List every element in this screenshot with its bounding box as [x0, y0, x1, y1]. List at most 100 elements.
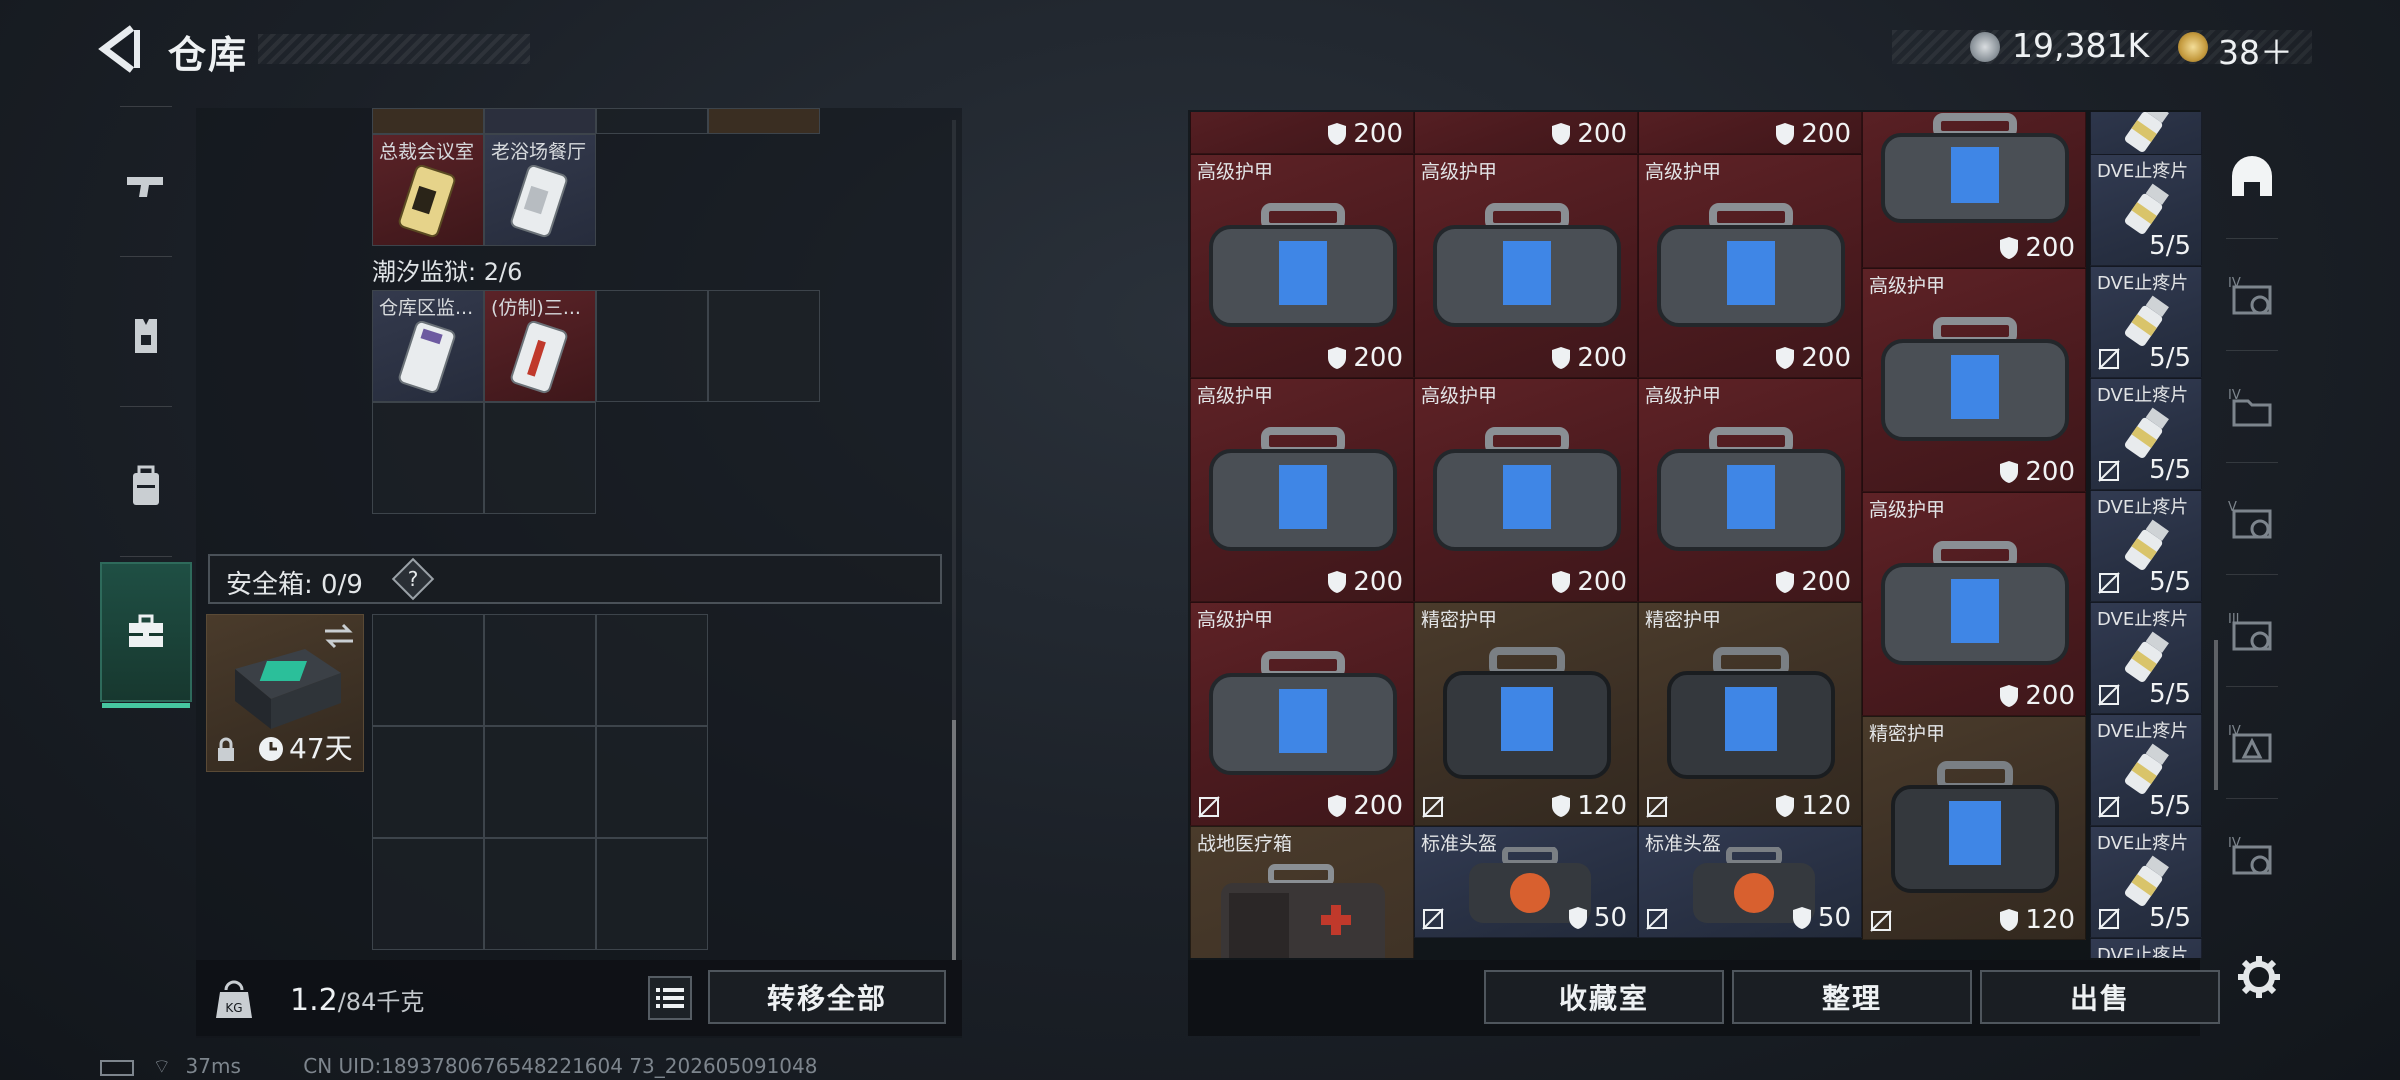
tab-case-iv-b[interactable]: IV: [2208, 688, 2296, 800]
inventory-item[interactable]: 精密护甲 120: [1638, 602, 1862, 826]
empty-slot[interactable]: [708, 290, 820, 402]
folder-iv-icon: IV: [2228, 388, 2272, 427]
inventory-item[interactable]: 高级护甲 200: [1414, 154, 1638, 378]
empty-slot[interactable]: [596, 290, 708, 402]
inventory-item[interactable]: 高级护甲 200: [1190, 602, 1414, 826]
durability-value: 200: [2025, 457, 2075, 487]
nav-tab-safebox[interactable]: [100, 562, 192, 708]
no-insurance-icon: [2098, 908, 2120, 930]
currency-coin-icon: [1970, 32, 2000, 62]
safe-box-slot[interactable]: [484, 726, 596, 838]
right-scrollbar-thumb[interactable]: [2214, 640, 2218, 790]
empty-slot[interactable]: [484, 402, 596, 514]
no-insurance-icon: [1198, 796, 1220, 818]
help-button[interactable]: ?: [391, 557, 435, 601]
inventory-item[interactable]: 标准头盔 50: [1638, 826, 1862, 938]
storage-item-key-card[interactable]: 仓库区监...: [372, 290, 484, 402]
empty-slot[interactable]: [372, 402, 484, 514]
page-title: 仓库: [168, 33, 249, 77]
durability-shield-icon: [2000, 461, 2019, 483]
storage-item-key-card[interactable]: (仿制)三...: [484, 290, 596, 402]
no-insurance-icon: [2098, 348, 2120, 370]
inventory-item[interactable]: 精密护甲 120: [1414, 602, 1638, 826]
safe-box-header: 安全箱: 0/9 ?: [208, 554, 942, 604]
weight-max: /84千克: [337, 988, 425, 1016]
storage-item-key-card[interactable]: 总裁会议室: [372, 134, 484, 246]
item-name: 高级护甲: [1645, 385, 1722, 407]
help-icon: ?: [407, 567, 419, 591]
inventory-item[interactable]: 200: [1638, 112, 1862, 154]
safe-case-icon: [235, 649, 341, 729]
safe-box-slot[interactable]: [484, 614, 596, 726]
collection-room-button[interactable]: 收藏室: [1484, 970, 1724, 1024]
inventory-item[interactable]: 高级护甲 200: [1638, 154, 1862, 378]
durability-value: 200: [1801, 119, 1851, 149]
inventory-item[interactable]: 标准头盔 50: [1414, 826, 1638, 938]
organize-button[interactable]: 整理: [1732, 970, 1972, 1024]
item-name: 高级护甲: [1869, 275, 1946, 297]
painkiller-column: DVE止疼片 5/5 DVE止疼片 5/5 DVE止疼片 5/5 DVE止疼片 5/5 DVE止…: [2090, 112, 2204, 958]
pill-bottle-icon: [2124, 112, 2169, 152]
inventory-item[interactable]: 200: [1862, 112, 2086, 268]
durability-value: 120: [2025, 905, 2075, 935]
tab-helmet[interactable]: [2208, 120, 2296, 232]
inventory-item[interactable]: 高级护甲 200: [1190, 378, 1414, 602]
pill-bottle-icon: [2124, 743, 2169, 794]
durability-shield-icon: [2000, 685, 2019, 707]
inventory-item[interactable]: 高级护甲 200: [1862, 268, 2086, 492]
durability-value: 200: [1801, 343, 1851, 373]
safe-box-slot[interactable]: [372, 726, 484, 838]
no-insurance-icon: [2098, 796, 2120, 818]
safe-box-item[interactable]: 47天: [206, 614, 364, 772]
item-label: (仿制)三...: [491, 297, 581, 319]
painkiller-item[interactable]: DVE止疼片5/5: [2090, 938, 2202, 958]
inventory-item[interactable]: 战地医疗箱: [1190, 826, 1414, 958]
sell-button[interactable]: 出售: [1980, 970, 2220, 1024]
durability-shield-icon: [1776, 347, 1795, 369]
painkiller-item[interactable]: DVE止疼片5/5: [2090, 266, 2202, 378]
tab-case-iv-c[interactable]: IV: [2208, 800, 2296, 912]
painkiller-item[interactable]: DVE止疼片5/5: [2090, 602, 2202, 714]
safe-box-slot[interactable]: [372, 614, 484, 726]
back-button[interactable]: [98, 24, 144, 74]
battery-icon: [100, 1059, 134, 1076]
painkiller-item[interactable]: DVE止疼片5/5: [2090, 490, 2202, 602]
safe-box-slot[interactable]: [596, 726, 708, 838]
left-scrollbar-thumb[interactable]: [952, 720, 956, 960]
gear-icon: [2238, 956, 2280, 998]
inventory-item[interactable]: 高级护甲 200: [1862, 492, 2086, 716]
painkiller-item[interactable]: DVE止疼片5/5: [2090, 154, 2202, 266]
transfer-all-button[interactable]: 转移全部: [708, 970, 946, 1024]
durability-shield-icon: [1776, 795, 1795, 817]
tab-case-iii[interactable]: III: [2208, 576, 2296, 688]
durability-value: 50: [1593, 903, 1627, 933]
tab-case-iv[interactable]: IV: [2208, 240, 2296, 352]
safe-box-slot[interactable]: [596, 838, 708, 950]
painkiller-item[interactable]: DVE止疼片5/5: [2090, 826, 2202, 938]
inventory-item[interactable]: 精密护甲 120: [1862, 716, 2086, 940]
list-view-button[interactable]: [648, 976, 692, 1020]
pill-bottle-icon: [2124, 407, 2169, 458]
nav-tab-armor[interactable]: [100, 266, 192, 406]
nav-tab-weapons[interactable]: [100, 116, 192, 256]
safe-box-slot[interactable]: [372, 838, 484, 950]
inventory-item[interactable]: 200: [1414, 112, 1638, 154]
item-label: 总裁会议室: [379, 141, 475, 163]
item-name: 高级护甲: [1869, 499, 1946, 521]
tab-case-v[interactable]: V: [2208, 464, 2296, 576]
safe-box-slot[interactable]: [484, 838, 596, 950]
settings-button[interactable]: [2236, 954, 2282, 1000]
painkiller-item[interactable]: DVE止疼片5/5: [2090, 378, 2202, 490]
inventory-item[interactable]: 高级护甲 200: [1638, 378, 1862, 602]
inventory-item[interactable]: 200: [1190, 112, 1414, 154]
premium-currency-value[interactable]: 38＋: [2218, 26, 2293, 74]
painkiller-item[interactable]: DVE止疼片5/5: [2090, 714, 2202, 826]
pill-bottle-icon: [2124, 631, 2169, 682]
safe-box-slot[interactable]: [596, 614, 708, 726]
storage-item-key-card[interactable]: 老浴场餐厅: [484, 134, 596, 246]
inventory-item[interactable]: 高级护甲 200: [1414, 378, 1638, 602]
inventory-item[interactable]: 高级护甲 200: [1190, 154, 1414, 378]
armor-bag-icon: [1443, 647, 1611, 779]
tab-folder-iv[interactable]: IV: [2208, 352, 2296, 464]
nav-tab-backpack[interactable]: [100, 416, 192, 556]
